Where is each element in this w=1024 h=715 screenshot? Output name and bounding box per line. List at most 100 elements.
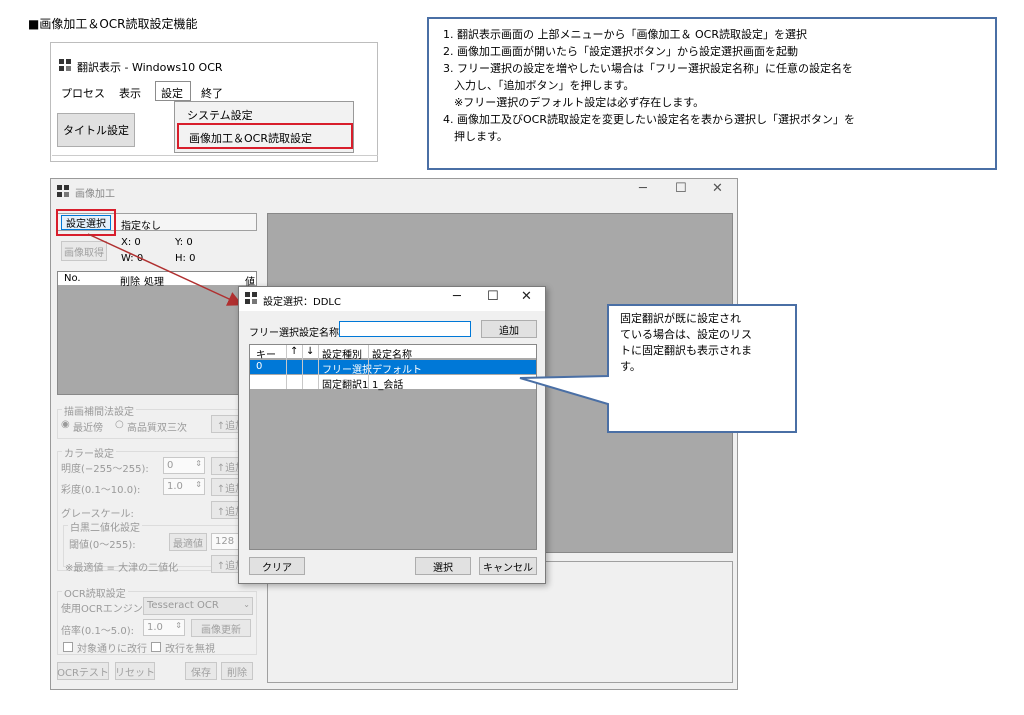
scale-value: 1.0 bbox=[147, 622, 163, 633]
dialog-minimize-icon[interactable]: ─ bbox=[453, 289, 461, 304]
save-button[interactable]: 保存 bbox=[185, 662, 217, 680]
menu-settings[interactable]: 設定 bbox=[155, 81, 191, 101]
row-type: 固定翻訳1 bbox=[322, 380, 369, 391]
row-key: 0 bbox=[256, 361, 263, 372]
free-name-input[interactable] bbox=[339, 321, 471, 337]
app-icon bbox=[59, 59, 72, 71]
otsu-note: ※最適値 = 大津の二値化 bbox=[65, 563, 179, 574]
radio-nearest-label: 最近傍 bbox=[73, 423, 103, 434]
radio-nearest-icon[interactable]: ◉ bbox=[61, 419, 70, 430]
column-key: キー bbox=[256, 350, 276, 361]
delete-button[interactable]: 削除 bbox=[221, 662, 253, 680]
setting-select-highlight bbox=[56, 209, 116, 236]
brightness-stepper[interactable]: 0 ⇕ bbox=[163, 457, 205, 474]
row-name: デフォルト bbox=[372, 365, 422, 376]
wrap-checkbox[interactable] bbox=[63, 642, 73, 652]
callout-line-2: ている場合は、設定のリス bbox=[620, 328, 752, 341]
current-setting-value: 指定なし bbox=[121, 221, 161, 232]
dialog-icon bbox=[245, 292, 258, 304]
cancel-button[interactable]: キャンセル bbox=[479, 557, 537, 575]
saturation-stepper[interactable]: 1.0 ⇕ bbox=[163, 478, 205, 495]
instructions-box: 1. 翻訳表示画面の 上部メニューから「画像加工＆ OCR読取設定」を選択 2.… bbox=[427, 17, 997, 170]
interpolation-group-title: 描画補間法設定 bbox=[62, 403, 136, 418]
brightness-label: 明度(−255〜255): bbox=[61, 464, 149, 475]
radio-bicubic-label: 高品質双三次 bbox=[127, 423, 187, 434]
instruction-line-1: 1. 翻訳表示画面の 上部メニューから「画像加工＆ OCR読取設定」を選択 bbox=[443, 28, 807, 41]
image-window-icon bbox=[57, 185, 70, 197]
menu-view[interactable]: 表示 bbox=[119, 85, 141, 101]
dropdown-image-ocr-label: 画像加工＆OCR読取設定 bbox=[189, 132, 312, 145]
instruction-line-3: 3. フリー選択の設定を増やしたい場合は「フリー選択設定名称」に任意の設定名を bbox=[443, 62, 853, 75]
ocr-engine-label: 使用OCRエンジン: bbox=[61, 604, 147, 615]
instruction-line-6: 4. 画像加工及びOCR読取設定を変更したい設定名を表から選択し「選択ボタン」を bbox=[443, 113, 855, 126]
column-name: 設定名称 bbox=[372, 350, 412, 361]
settings-list[interactable]: キー ↑ ↓ 設定種別 設定名称 0 フリー選択 デフォルト 固定翻訳1 1_会… bbox=[249, 344, 537, 550]
grayscale-label: グレースケール: bbox=[61, 509, 134, 520]
dialog-maximize-icon[interactable]: ☐ bbox=[487, 289, 499, 304]
list-row-default[interactable]: 0 フリー選択 デフォルト bbox=[250, 360, 536, 376]
menu-process[interactable]: プロセス bbox=[61, 85, 105, 101]
table-header-no: No. bbox=[64, 273, 81, 284]
clear-button[interactable]: クリア bbox=[249, 557, 305, 575]
dropdown-system-settings[interactable]: システム設定 bbox=[187, 107, 253, 123]
add-button[interactable]: 追加 bbox=[481, 320, 537, 338]
callout-text: 固定翻訳が既に設定され ている場合は、設定のリス トに固定翻訳も表示されま す。 bbox=[620, 311, 790, 375]
image-window-title: 画像加工 bbox=[75, 189, 115, 200]
coord-w: W: 0 bbox=[121, 253, 144, 264]
translation-window-snippet: 翻訳表示 - Windows10 OCR プロセス 表示 設定 終了 タイトル設… bbox=[50, 42, 378, 162]
free-name-label: フリー選択設定名称: bbox=[249, 328, 343, 339]
spin-arrows-icon: ⇕ bbox=[195, 480, 202, 489]
table-header-process: 処理 bbox=[144, 277, 164, 288]
instruction-line-2: 2. 画像加工画面が開いたら「設定選択ボタン」から設定選択画面を起動 bbox=[443, 45, 798, 58]
select-button[interactable]: 選択 bbox=[415, 557, 471, 575]
list-row-fixed[interactable]: 固定翻訳1 1_会話 bbox=[250, 375, 536, 391]
threshold-value: 128 bbox=[215, 536, 235, 547]
scale-stepper[interactable]: 1.0 ⇕ bbox=[143, 619, 185, 636]
table-header-delete: 削除 bbox=[120, 277, 140, 288]
saturation-value: 1.0 bbox=[167, 481, 183, 492]
processing-table[interactable]: No. 削除 処理 値 bbox=[57, 271, 257, 395]
minimize-icon[interactable]: ─ bbox=[639, 181, 647, 196]
menu-settings-label: 設定 bbox=[161, 87, 183, 100]
color-group-title: カラー設定 bbox=[62, 445, 116, 460]
reset-button[interactable]: リセット bbox=[115, 662, 155, 680]
scale-label: 倍率(0.1〜5.0): bbox=[61, 626, 134, 637]
column-down: ↓ bbox=[306, 346, 315, 357]
dialog-close-icon[interactable]: ✕ bbox=[521, 289, 532, 304]
ocr-test-button[interactable]: OCRテスト bbox=[57, 662, 109, 680]
setting-select-dialog: 設定選択：DDLC ─ ☐ ✕ フリー選択設定名称: 追加 キー ↑ ↓ 設定種… bbox=[238, 286, 546, 584]
optimal-value-button[interactable]: 最適値 bbox=[169, 533, 207, 551]
menu-exit[interactable]: 終了 bbox=[201, 85, 223, 101]
saturation-label: 彩度(0.1〜10.0): bbox=[61, 485, 141, 496]
brightness-value: 0 bbox=[167, 460, 174, 471]
close-icon[interactable]: ✕ bbox=[712, 181, 723, 196]
spin-arrows-icon: ⇕ bbox=[195, 459, 202, 468]
callout-line-4: す。 bbox=[620, 360, 641, 373]
coord-y: Y: 0 bbox=[175, 237, 193, 248]
instruction-line-4: 入力し、「追加ボタン」を押します。 bbox=[443, 79, 635, 92]
row-name: 1_会話 bbox=[372, 380, 404, 391]
capture-image-button[interactable]: 画像取得 bbox=[61, 241, 107, 261]
dropdown-image-ocr-settings[interactable]: 画像加工＆OCR読取設定 bbox=[177, 123, 353, 149]
title-setting-button[interactable]: タイトル設定 bbox=[57, 113, 135, 147]
callout-line-3: トに固定翻訳も表示されま bbox=[620, 344, 752, 357]
ocr-group-title: OCR読取設定 bbox=[62, 585, 128, 600]
callout-line-1: 固定翻訳が既に設定され bbox=[620, 312, 741, 325]
ignore-newline-checkbox[interactable] bbox=[151, 642, 161, 652]
ocr-engine-select[interactable]: Tesseract OCR ⌄ bbox=[143, 597, 253, 615]
coord-x: X: 0 bbox=[121, 237, 141, 248]
instruction-line-5: ※フリー選択のデフォルト設定は必ず存在します。 bbox=[443, 96, 705, 109]
translation-window-title: 翻訳表示 - Windows10 OCR bbox=[77, 61, 223, 74]
chevron-down-icon: ⌄ bbox=[243, 600, 250, 609]
page-heading: ■画像加工＆OCR読取設定機能 bbox=[28, 17, 198, 31]
instruction-line-7: 押します。 bbox=[443, 130, 508, 143]
column-type: 設定種別 bbox=[322, 350, 362, 361]
row-type: フリー選択 bbox=[322, 365, 372, 376]
maximize-icon[interactable]: ☐ bbox=[675, 181, 687, 196]
radio-bicubic-icon[interactable]: ○ bbox=[115, 419, 124, 430]
spin-arrows-icon: ⇕ bbox=[175, 621, 182, 630]
coord-h: H: 0 bbox=[175, 253, 196, 264]
wrap-checkbox-label: 対象通りに改行 bbox=[77, 644, 147, 655]
dialog-title: 設定選択：DDLC bbox=[263, 297, 341, 308]
refresh-image-button[interactable]: 画像更新 bbox=[191, 619, 251, 637]
